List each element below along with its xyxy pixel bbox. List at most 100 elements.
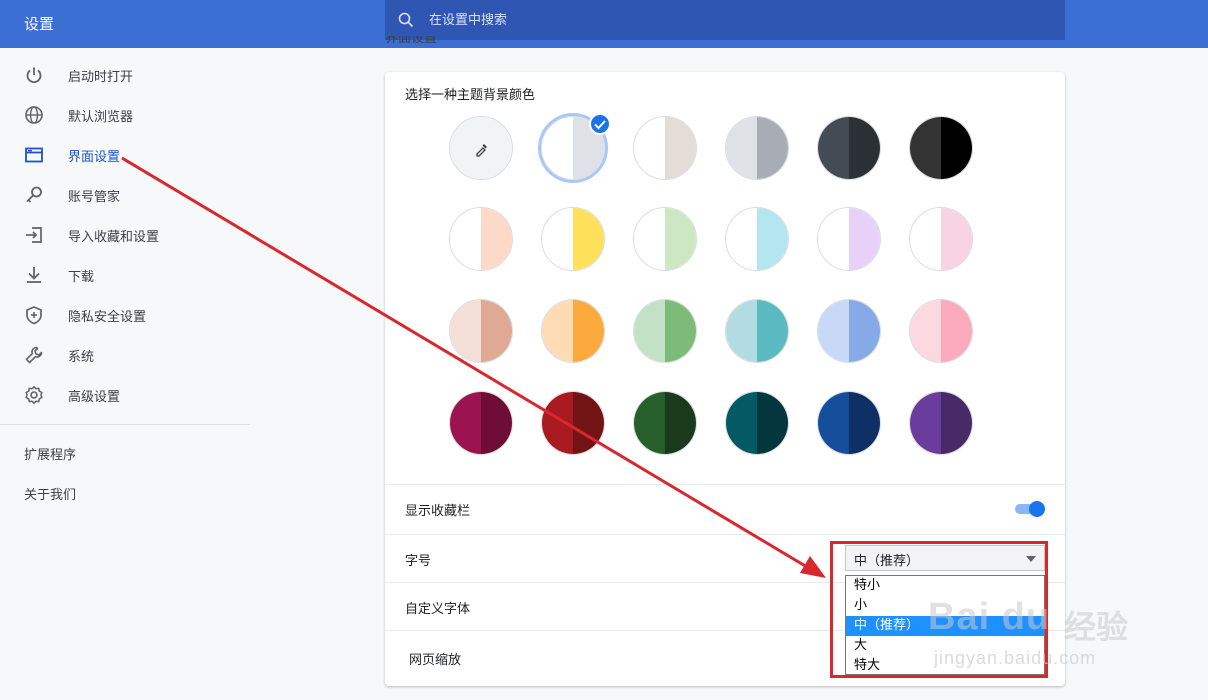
- sidebar-item-downloads[interactable]: 下载: [0, 255, 250, 295]
- sidebar-item-default-browser[interactable]: 默认浏览器: [0, 95, 250, 135]
- theme-swatch[interactable]: [909, 116, 973, 180]
- swatch-right-half: [573, 300, 604, 362]
- sidebar: 启动时打开 默认浏览器 界面设置 账号管家 导入收藏和设置 下载 隐私安全设置 …: [0, 48, 250, 700]
- theme-swatch[interactable]: [449, 207, 513, 271]
- swatch-right-half: [757, 208, 788, 270]
- theme-swatch[interactable]: [541, 391, 605, 455]
- swatch-right-half: [573, 208, 604, 270]
- custom-theme-swatch[interactable]: [449, 116, 513, 180]
- swatch-left-half: [818, 117, 849, 179]
- swatch-left-half: [542, 117, 573, 179]
- swatch-right-half: [665, 392, 696, 454]
- theme-swatch[interactable]: [909, 391, 973, 455]
- swatch-right-half: [849, 208, 880, 270]
- key-icon: [26, 186, 42, 203]
- show-bookmarks-toggle[interactable]: [1013, 501, 1045, 517]
- theme-swatch[interactable]: [449, 299, 513, 363]
- import-icon: [26, 227, 42, 243]
- checkmark-icon: [589, 113, 611, 135]
- sidebar-link-extensions[interactable]: 扩展程序: [24, 444, 76, 463]
- theme-swatch[interactable]: [633, 116, 697, 180]
- swatch-right-half: [849, 117, 880, 179]
- swatch-left-half: [634, 117, 665, 179]
- sidebar-item-privacy[interactable]: 隐私安全设置: [0, 295, 250, 335]
- app-title: 设置: [24, 15, 55, 33]
- swatch-left-half: [818, 392, 849, 454]
- swatch-right-half: [665, 300, 696, 362]
- sidebar-item-label: 界面设置: [68, 149, 121, 165]
- swatch-left-half: [726, 117, 757, 179]
- swatch-right-half: [849, 300, 880, 362]
- theme-swatch[interactable]: [817, 207, 881, 271]
- sidebar-item-label: 启动时打开: [68, 69, 134, 85]
- theme-swatch[interactable]: [817, 116, 881, 180]
- theme-swatch[interactable]: [725, 116, 789, 180]
- theme-swatch[interactable]: [449, 391, 513, 455]
- theme-swatch[interactable]: [541, 299, 605, 363]
- sidebar-item-label: 导入收藏和设置: [68, 229, 160, 245]
- search-icon: [398, 12, 414, 28]
- sidebar-item-appearance[interactable]: 界面设置: [0, 135, 250, 175]
- sidebar-item-label: 隐私安全设置: [68, 309, 147, 325]
- wrench-icon: [25, 346, 43, 364]
- swatch-left-half: [726, 300, 757, 362]
- swatch-right-half: [757, 117, 788, 179]
- sidebar-item-label: 默认浏览器: [68, 109, 134, 125]
- sidebar-item-accounts[interactable]: 账号管家: [0, 175, 250, 215]
- swatch-right-half: [481, 208, 512, 270]
- theme-swatch[interactable]: [817, 299, 881, 363]
- swatch-left-half: [542, 392, 573, 454]
- swatch-right-half: [665, 117, 696, 179]
- swatch-left-half: [450, 392, 481, 454]
- sidebar-item-label: 系统: [68, 349, 95, 365]
- sidebar-item-system[interactable]: 系统: [0, 335, 250, 375]
- power-icon: [26, 67, 42, 84]
- swatch-left-half: [634, 300, 665, 362]
- sidebar-item-import[interactable]: 导入收藏和设置: [0, 215, 250, 255]
- theme-swatch[interactable]: [725, 207, 789, 271]
- baidu-jingyan-watermark: Bai du 经验 jingyan.baidu.com: [924, 596, 1164, 676]
- swatch-right-half: [573, 392, 604, 454]
- swatch-left-half: [542, 208, 573, 270]
- swatch-left-half: [726, 208, 757, 270]
- theme-swatch[interactable]: [725, 299, 789, 363]
- watermark-text: 经验: [1064, 609, 1129, 645]
- swatch-left-half: [542, 300, 573, 362]
- theme-swatch[interactable]: [541, 207, 605, 271]
- browser-window-icon: [25, 147, 43, 163]
- theme-swatch[interactable]: [633, 299, 697, 363]
- font-size-label: 字号: [405, 554, 432, 569]
- theme-swatch[interactable]: [633, 391, 697, 455]
- swatch-left-half: [910, 300, 941, 362]
- top-bar: 设置: [0, 0, 1208, 48]
- swatch-left-half: [910, 392, 941, 454]
- sidebar-item-advanced[interactable]: 高级设置: [0, 375, 250, 415]
- swatch-right-half: [941, 300, 972, 362]
- theme-swatch[interactable]: [817, 391, 881, 455]
- swatch-left-half: [818, 208, 849, 270]
- sidebar-item-startup[interactable]: 启动时打开: [0, 55, 250, 95]
- show-bookmarks-row: 显示收藏栏: [385, 484, 1065, 534]
- swatch-left-half: [634, 392, 665, 454]
- globe-icon: [25, 106, 43, 124]
- search-bar[interactable]: [385, 0, 1065, 40]
- sidebar-item-label: 下载: [68, 269, 95, 285]
- theme-swatch[interactable]: [725, 391, 789, 455]
- theme-swatch[interactable]: [633, 207, 697, 271]
- swatch-right-half: [481, 300, 512, 362]
- sidebar-divider: [0, 424, 250, 425]
- eyedropper-icon: [476, 144, 487, 157]
- sidebar-item-label: 高级设置: [68, 389, 121, 405]
- gear-icon: [25, 386, 43, 404]
- swatch-left-half: [726, 392, 757, 454]
- theme-swatch[interactable]: [909, 207, 973, 271]
- swatch-right-half: [757, 392, 788, 454]
- section-title: 界面设置: [385, 36, 438, 46]
- swatch-left-half: [818, 300, 849, 362]
- swatch-right-half: [941, 117, 972, 179]
- sidebar-link-about[interactable]: 关于我们: [24, 484, 76, 503]
- swatch-right-half: [849, 392, 880, 454]
- search-input[interactable]: [429, 9, 1029, 31]
- swatch-right-half: [941, 208, 972, 270]
- theme-swatch[interactable]: [909, 299, 973, 363]
